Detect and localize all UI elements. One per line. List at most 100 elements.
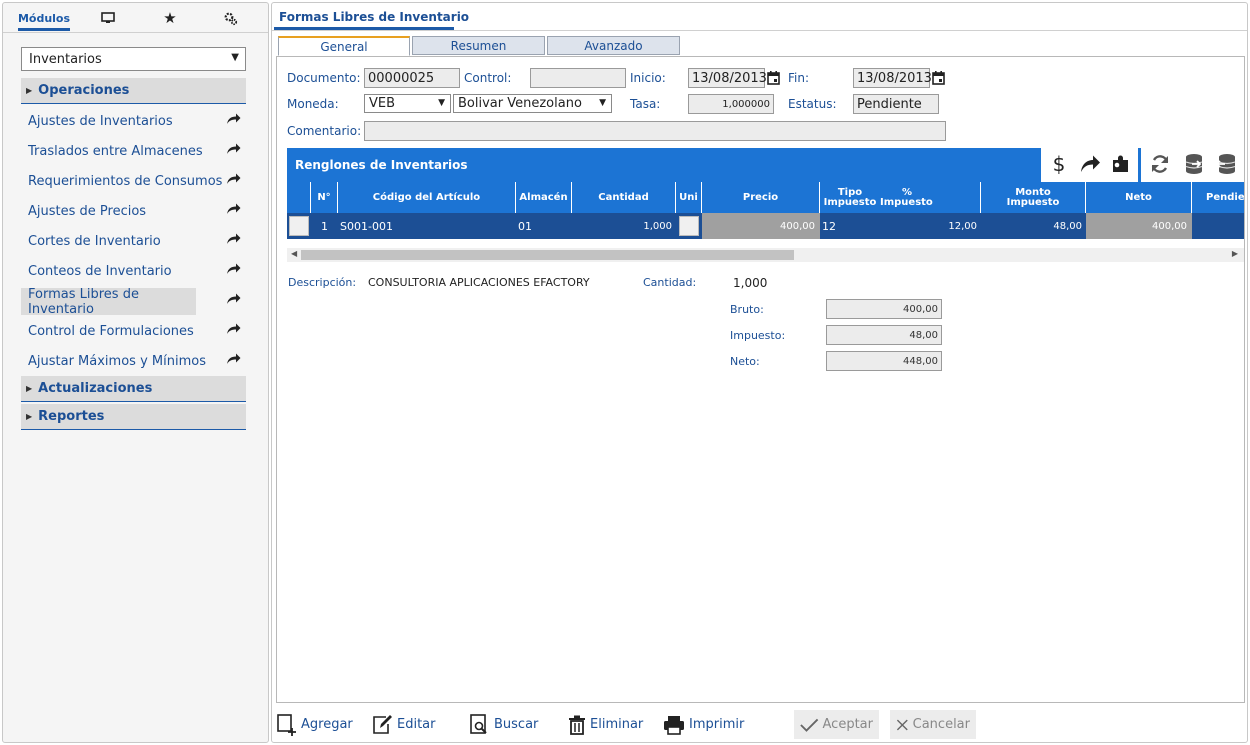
grid-header-pct-impuesto[interactable]: % Impuesto	[880, 182, 981, 213]
refresh-icon[interactable]	[1148, 152, 1172, 176]
chevron-down-icon: ▼	[599, 98, 606, 108]
share-arrow-icon	[227, 353, 241, 364]
fin-label: Fin:	[788, 71, 810, 85]
puzzle-icon[interactable]	[1109, 152, 1133, 176]
grid-header-neto[interactable]: Neto	[1086, 182, 1192, 213]
database-import-icon[interactable]	[1214, 152, 1238, 176]
tab-modulos[interactable]: Módulos	[18, 3, 70, 33]
printer-icon	[664, 715, 684, 735]
menu-item-formulaciones[interactable]: Control de Formulaciones	[21, 318, 241, 345]
menu-item-maximos-minimos[interactable]: Ajustar Máximos y Mínimos	[21, 348, 241, 375]
dollar-icon[interactable]: $	[1047, 152, 1071, 176]
cancelar-button[interactable]: Cancelar	[890, 710, 976, 739]
gears-icon	[224, 12, 237, 25]
modules-tabbar: Módulos ★	[3, 3, 268, 33]
menu-item-formas-libres[interactable]: Formas Libres de Inventario	[21, 286, 241, 317]
tab-favorites[interactable]: ★	[157, 3, 183, 33]
moneda-code-value: VEB	[369, 96, 396, 111]
header-label: Cantidad	[598, 191, 649, 203]
module-select[interactable]: Inventarios ▼	[21, 47, 246, 71]
eliminar-button[interactable]: Eliminar	[568, 710, 643, 739]
documento-field[interactable]: 00000025	[364, 68, 460, 88]
grid-header-monto-impuesto[interactable]: Monto Impuesto	[981, 182, 1086, 213]
grid-header-uni[interactable]: Uni	[676, 182, 702, 213]
menu-item-label: Ajustes de Precios	[28, 204, 147, 219]
inicio-field[interactable]: 13/08/2013	[688, 68, 767, 88]
cell-uni[interactable]	[679, 216, 699, 236]
menu-item-ajustes-precios[interactable]: Ajustes de Precios	[21, 198, 241, 225]
tasa-field[interactable]: 1,000000	[688, 94, 774, 114]
grid-header-tipo-impuesto[interactable]: Tipo Impuesto	[820, 182, 880, 213]
moneda-name-value: Bolivar Venezolano	[458, 96, 582, 111]
imprimir-button[interactable]: Imprimir	[663, 710, 744, 739]
checkmark-icon	[800, 718, 819, 732]
share-arrow-icon	[227, 173, 241, 184]
buscar-button[interactable]: Buscar	[470, 710, 538, 739]
caret-right-icon: ▶	[26, 384, 33, 393]
aceptar-button[interactable]: Aceptar	[794, 710, 879, 739]
module-select-value: Inventarios	[29, 51, 102, 67]
tab-resumen[interactable]: Resumen	[412, 36, 545, 55]
menu-item-label: Ajustar Máximos y Mínimos	[28, 354, 206, 369]
tab-general[interactable]: General	[278, 36, 410, 56]
database-export-icon[interactable]	[1182, 152, 1206, 176]
menu-item-ajustes-inventarios[interactable]: Ajustes de Inventarios	[21, 108, 241, 135]
comentario-field[interactable]	[364, 121, 946, 141]
header-label: Código del Artículo	[372, 191, 481, 203]
buscar-label: Buscar	[494, 717, 539, 732]
header-label: Tipo	[837, 186, 863, 198]
header-label: Impuesto	[823, 196, 877, 208]
moneda-name-select[interactable]: Bolivar Venezolano ▼	[453, 94, 612, 113]
grid-header-precio[interactable]: Precio	[702, 182, 820, 213]
menu-item-requerimientos[interactable]: Requerimientos de Consumos	[21, 168, 241, 195]
chevron-down-icon: ▼	[231, 52, 239, 63]
calendar-icon[interactable]	[932, 71, 945, 85]
tab-settings[interactable]	[217, 3, 243, 33]
estatus-field[interactable]: Pendiente	[853, 94, 939, 114]
grid-header-n[interactable]: N°	[311, 182, 338, 213]
share-arrow-icon[interactable]	[1078, 152, 1102, 176]
bruto-value: 400,00	[903, 303, 938, 315]
agregar-button[interactable]: Agregar	[277, 710, 353, 739]
menu-item-cortes[interactable]: Cortes de Inventario	[21, 228, 241, 255]
svg-text:$: $	[1053, 152, 1066, 176]
neto-value: 448,00	[903, 355, 938, 367]
section-reportes[interactable]: ▶ Reportes	[21, 404, 246, 430]
grid-header-cantidad[interactable]: Cantidad	[572, 182, 676, 213]
scroll-left-icon[interactable]: ◀	[291, 249, 297, 258]
header-label: Precio	[742, 191, 779, 203]
scrollbar-thumb[interactable]	[301, 250, 794, 260]
grid-header-almacen[interactable]: Almacén	[516, 182, 572, 213]
tab-avanzado[interactable]: Avanzado	[547, 36, 680, 55]
aceptar-label: Aceptar	[822, 717, 873, 732]
row-select-checkbox[interactable]	[289, 216, 309, 236]
section-operaciones-label: Operaciones	[38, 83, 130, 98]
cell-monto-impuesto: 48,00	[1053, 220, 1082, 232]
menu-item-traslados[interactable]: Traslados entre Almacenes	[21, 138, 241, 165]
cell-tipo-impuesto: 12	[822, 219, 836, 233]
scroll-right-icon[interactable]: ▶	[1232, 249, 1238, 258]
cell-cantidad: 1,000	[643, 220, 672, 232]
control-field[interactable]	[530, 68, 626, 88]
grid-header-pendiente[interactable]: Pendie	[1192, 182, 1244, 213]
header-label: N°	[317, 191, 331, 203]
share-arrow-icon	[227, 143, 241, 154]
tab-monitor[interactable]	[95, 3, 121, 33]
section-operaciones[interactable]: ▶ Operaciones	[21, 78, 246, 104]
menu-item-conteos[interactable]: Conteos de Inventario	[21, 258, 241, 285]
editar-button[interactable]: Editar	[373, 710, 436, 739]
table-row[interactable]: 1 S001-001 01 1,000 400,00 12 12,00 48,0…	[287, 213, 1244, 239]
cell-neto: 400,00	[1086, 213, 1192, 239]
menu-item-label: Formas Libres de Inventario	[28, 286, 139, 317]
bruto-label: Bruto:	[730, 303, 764, 316]
grid-horizontal-scrollbar[interactable]: ◀ ▶	[287, 248, 1244, 262]
descripcion-value: CONSULTORIA APLICACIONES EFACTORY	[368, 276, 590, 289]
inicio-label: Inicio:	[630, 71, 666, 85]
grid-header-codigo[interactable]: Código del Artículo	[338, 182, 516, 213]
fin-field[interactable]: 13/08/2013	[853, 68, 932, 88]
share-arrow-icon	[227, 233, 241, 244]
section-actualizaciones[interactable]: ▶ Actualizaciones	[21, 376, 246, 402]
calendar-icon[interactable]	[767, 71, 780, 85]
moneda-code-select[interactable]: VEB ▼	[364, 94, 451, 113]
impuesto-label: Impuesto:	[730, 329, 786, 342]
